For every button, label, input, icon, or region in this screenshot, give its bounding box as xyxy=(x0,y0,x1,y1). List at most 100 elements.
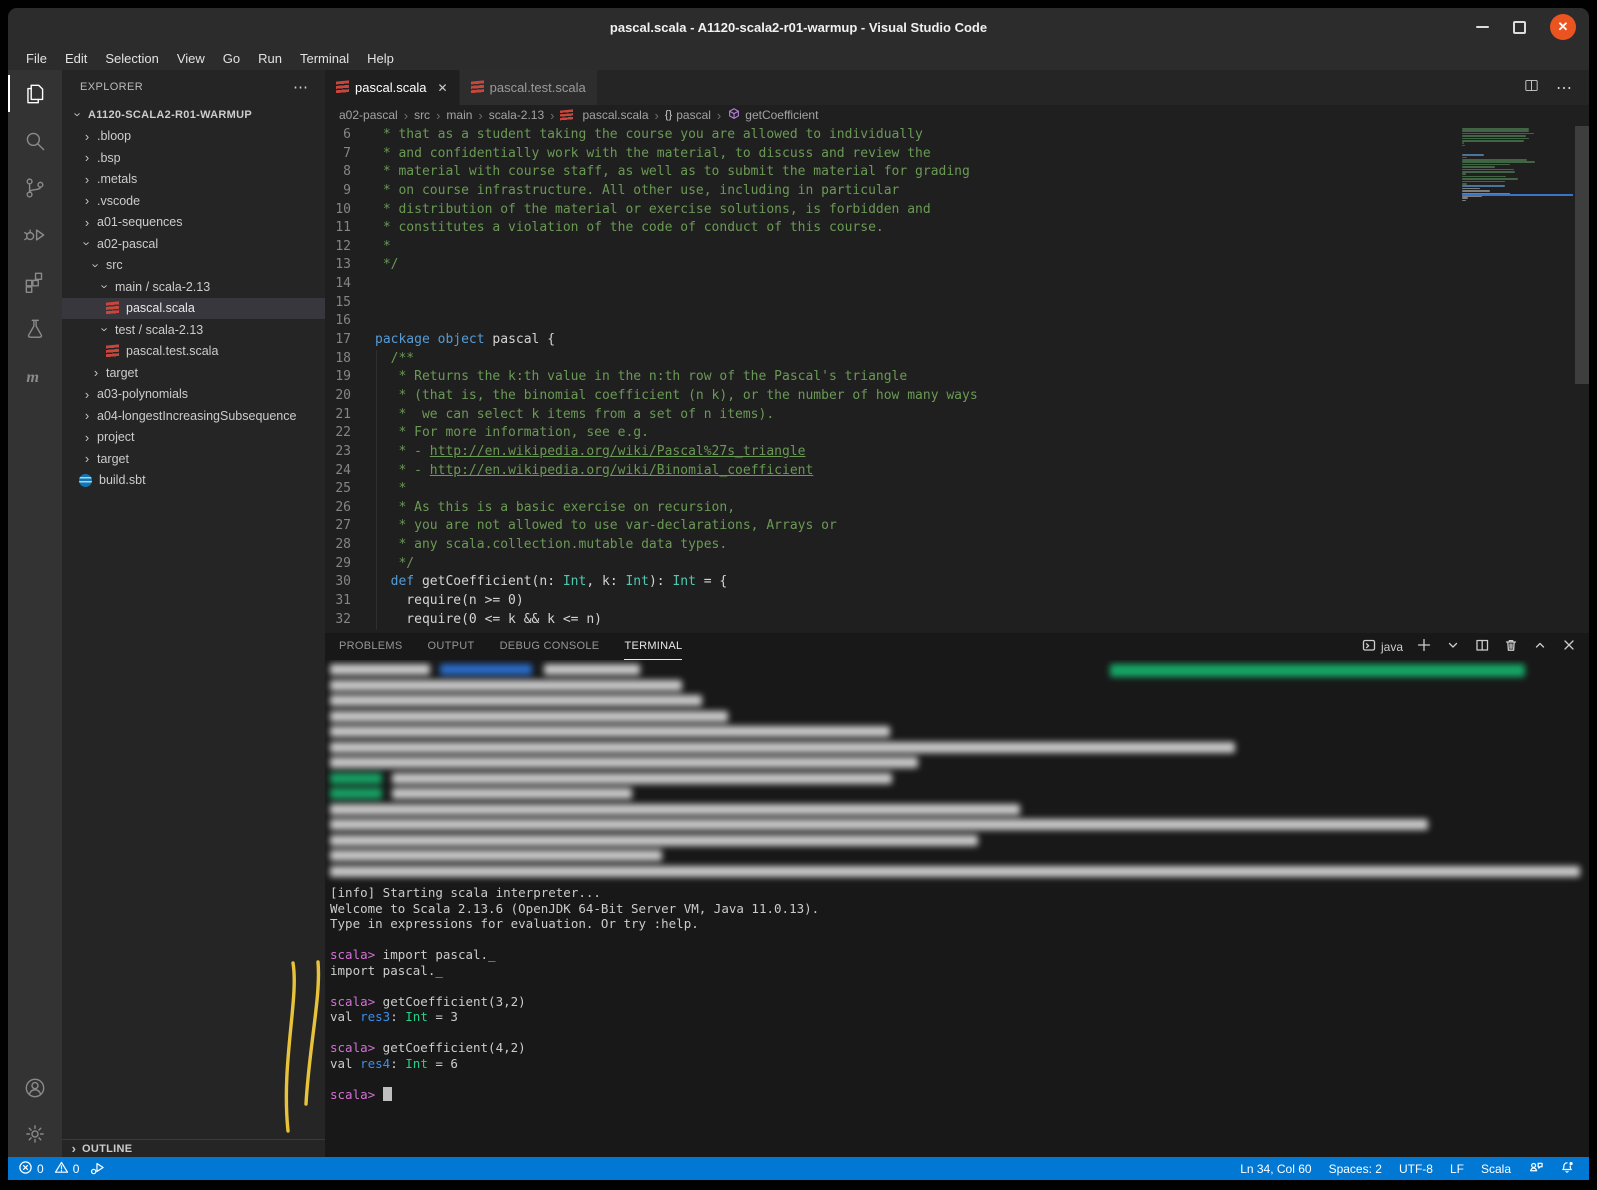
menu-view[interactable]: View xyxy=(168,51,214,66)
tree-item-test-scala-2.13[interactable]: ›test / scala-2.13 xyxy=(62,319,325,341)
tree-item-a01-sequences[interactable]: ›a01-sequences xyxy=(62,212,325,234)
activity-run-and-debug[interactable] xyxy=(8,211,62,258)
code-line-25: 25 * xyxy=(325,480,1457,499)
status-value: 0 xyxy=(73,1162,80,1176)
line-number: 23 xyxy=(325,443,351,462)
terminal-line: scala> import pascal._ xyxy=(330,947,1589,963)
activity-testing[interactable] xyxy=(8,305,62,352)
file-tree: ›A1120-SCALA2-R01-WARMUP›.bloop›.bsp›.me… xyxy=(62,104,325,1139)
panel-tab-problems[interactable]: PROBLEMS xyxy=(339,633,403,660)
editor-scrollbar[interactable] xyxy=(1575,125,1589,633)
status-errors[interactable]: 0 xyxy=(18,1160,44,1178)
tree-item-label: .bsp xyxy=(97,151,121,165)
tree-item-target[interactable]: ›target xyxy=(62,448,325,470)
shell-selector[interactable]: java xyxy=(1361,637,1403,656)
status-debug-status[interactable] xyxy=(89,1160,104,1178)
menu-edit[interactable]: Edit xyxy=(56,51,96,66)
status-language-mode[interactable]: Scala xyxy=(1481,1162,1511,1176)
close-button[interactable]: ✕ xyxy=(1550,14,1576,40)
window-controls: ✕ xyxy=(1476,14,1589,40)
terminal[interactable]: [info] Starting scala interpreter...Welc… xyxy=(325,660,1589,1157)
new-terminal[interactable] xyxy=(1416,637,1432,656)
breadcrumb-label: main xyxy=(446,108,472,122)
tree-item-build.sbt[interactable]: build.sbt xyxy=(62,470,325,492)
scrollbar-thumb[interactable] xyxy=(1575,126,1589,384)
extensions-icon xyxy=(22,269,48,295)
split-editor-icon[interactable] xyxy=(1523,77,1540,99)
menu-help[interactable]: Help xyxy=(358,51,403,66)
minimap-line xyxy=(1462,140,1524,142)
breadcrumb-src[interactable]: src xyxy=(414,108,430,122)
tree-item-src[interactable]: ›src xyxy=(62,255,325,277)
tab-pascal.test.scala[interactable]: pascal.test.scala xyxy=(460,70,597,105)
activity-accounts[interactable] xyxy=(8,1065,62,1111)
split-icon xyxy=(1474,637,1490,656)
editor[interactable]: 6 * that as a student taking the course … xyxy=(325,125,1589,633)
tree-item-a02-pascal[interactable]: ›a02-pascal xyxy=(62,233,325,255)
close-tab-icon[interactable]: ✕ xyxy=(438,81,448,95)
menu-file[interactable]: File xyxy=(17,51,56,66)
minimize-button[interactable] xyxy=(1476,26,1489,28)
tree-item-target[interactable]: ›target xyxy=(62,362,325,384)
tab-pascal.scala[interactable]: pascal.scala✕ xyxy=(325,70,459,105)
more-icon[interactable]: ⋯ xyxy=(1556,78,1573,98)
breadcrumb-pascal[interactable]: {}pascal xyxy=(665,108,711,122)
status-indentation[interactable]: Spaces: 2 xyxy=(1329,1162,1382,1176)
menu-terminal[interactable]: Terminal xyxy=(291,51,358,66)
split-terminal[interactable] xyxy=(1474,637,1490,656)
status-encoding[interactable]: UTF-8 xyxy=(1399,1162,1433,1176)
panel-tab-debug-console[interactable]: DEBUG CONSOLE xyxy=(500,633,600,660)
tree-item-a1120-scala2-r01-warmup[interactable]: ›A1120-SCALA2-R01-WARMUP xyxy=(62,104,325,126)
breadcrumb-label: scala-2.13 xyxy=(489,108,544,122)
line-number: 28 xyxy=(325,536,351,555)
tree-item-pascal.scala[interactable]: pascal.scala xyxy=(62,298,325,320)
status-notifications[interactable] xyxy=(1560,1160,1575,1178)
tree-item-.vscode[interactable]: ›.vscode xyxy=(62,190,325,212)
breadcrumb-main[interactable]: main xyxy=(446,108,472,122)
panel-tab-terminal[interactable]: TERMINAL xyxy=(624,633,682,660)
activity-extensions[interactable] xyxy=(8,258,62,305)
scala-file-icon xyxy=(471,80,484,94)
breadcrumb-getCoefficient[interactable]: getCoefficient xyxy=(727,107,818,124)
breadcrumb-separator: › xyxy=(478,108,482,123)
outline-section[interactable]: › OUTLINE xyxy=(62,1139,325,1157)
maximize-panel[interactable] xyxy=(1532,637,1548,656)
status-feedback[interactable] xyxy=(1528,1160,1543,1178)
activity-search[interactable] xyxy=(8,117,62,164)
blurred-line xyxy=(330,724,1589,740)
tree-item-project[interactable]: ›project xyxy=(62,427,325,449)
scala-file-icon xyxy=(560,109,573,121)
breadcrumb-pascal.scala[interactable]: pascal.scala xyxy=(560,108,648,122)
activity-metals[interactable]: m xyxy=(8,352,62,399)
tree-item-a04-longestincreasingsubsequence[interactable]: ›a04-longestIncreasingSubsequence xyxy=(62,405,325,427)
menu-go[interactable]: Go xyxy=(214,51,249,66)
panel-tab-output[interactable]: OUTPUT xyxy=(428,633,475,660)
breadcrumb-a02-pascal[interactable]: a02-pascal xyxy=(339,108,398,122)
tree-item-a03-polynomials[interactable]: ›a03-polynomials xyxy=(62,384,325,406)
scm-icon xyxy=(22,175,48,201)
status-eol[interactable]: LF xyxy=(1450,1162,1464,1176)
more-actions-icon[interactable]: ⋯ xyxy=(293,78,309,96)
line-number: 16 xyxy=(325,312,351,331)
tree-item-.bloop[interactable]: ›.bloop xyxy=(62,126,325,148)
menu-selection[interactable]: Selection xyxy=(96,51,167,66)
activity-settings[interactable] xyxy=(8,1111,62,1157)
tree-item-main-scala-2.13[interactable]: ›main / scala-2.13 xyxy=(62,276,325,298)
tree-item-.bsp[interactable]: ›.bsp xyxy=(62,147,325,169)
minimap[interactable] xyxy=(1462,128,1573,202)
activity-source-control[interactable] xyxy=(8,164,62,211)
minimap-line xyxy=(1462,133,1534,135)
activity-explorer[interactable] xyxy=(8,70,62,117)
maximize-button[interactable] xyxy=(1513,21,1526,34)
menu-run[interactable]: Run xyxy=(249,51,291,66)
tree-item-pascal.test.scala[interactable]: pascal.test.scala xyxy=(62,341,325,363)
code-line-12: 12 * xyxy=(325,238,1457,257)
status-cursor-position[interactable]: Ln 34, Col 60 xyxy=(1240,1162,1311,1176)
tree-item-.metals[interactable]: ›.metals xyxy=(62,169,325,191)
breadcrumb-separator: › xyxy=(404,108,408,123)
kill-terminal[interactable] xyxy=(1503,637,1519,656)
close-panel[interactable] xyxy=(1561,637,1577,656)
status-warnings[interactable]: 0 xyxy=(54,1160,80,1178)
breadcrumb-scala-2.13[interactable]: scala-2.13 xyxy=(489,108,544,122)
launch-profile[interactable] xyxy=(1445,637,1461,656)
